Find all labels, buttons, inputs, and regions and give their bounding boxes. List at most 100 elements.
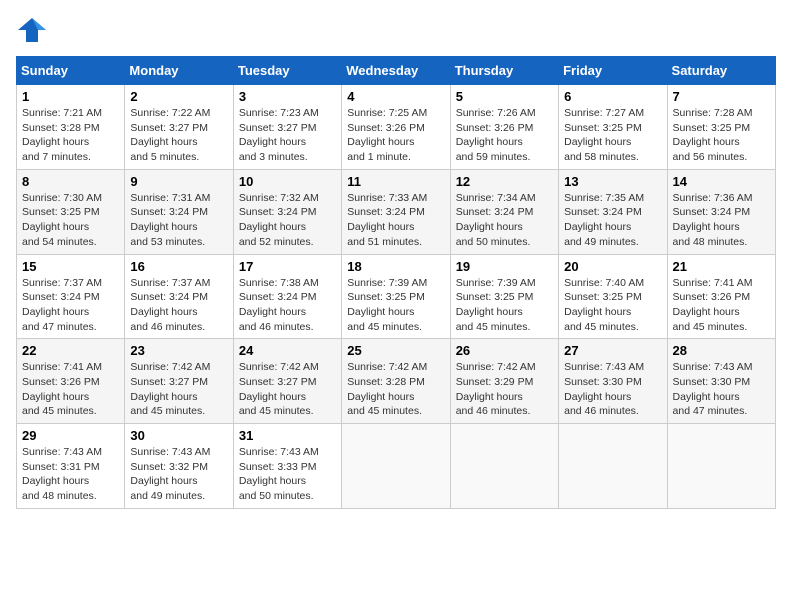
day-number: 10	[239, 174, 336, 189]
calendar-cell	[559, 424, 667, 509]
day-info: Sunrise: 7:39 AMSunset: 3:25 PMDaylight …	[347, 276, 444, 335]
day-number: 22	[22, 343, 119, 358]
calendar-cell: 31Sunrise: 7:43 AMSunset: 3:33 PMDayligh…	[233, 424, 341, 509]
day-number: 7	[673, 89, 770, 104]
day-info: Sunrise: 7:42 AMSunset: 3:27 PMDaylight …	[239, 360, 336, 419]
day-number: 1	[22, 89, 119, 104]
day-number: 15	[22, 259, 119, 274]
day-number: 3	[239, 89, 336, 104]
day-number: 26	[456, 343, 553, 358]
day-info: Sunrise: 7:22 AMSunset: 3:27 PMDaylight …	[130, 106, 227, 165]
calendar-cell: 3 Sunrise: 7:23 AMSunset: 3:27 PMDaylight…	[233, 85, 341, 170]
calendar-table: SundayMondayTuesdayWednesdayThursdayFrid…	[16, 56, 776, 509]
calendar-cell	[342, 424, 450, 509]
day-info: Sunrise: 7:37 AMSunset: 3:24 PMDaylight …	[130, 276, 227, 335]
day-number: 23	[130, 343, 227, 358]
day-info: Sunrise: 7:23 AMSunset: 3:27 PMDaylight …	[239, 106, 336, 165]
calendar-cell: 7 Sunrise: 7:28 AMSunset: 3:25 PMDaylight…	[667, 85, 775, 170]
calendar-cell: 14 Sunrise: 7:36 AMSunset: 3:24 PMDayligh…	[667, 169, 775, 254]
col-header-saturday: Saturday	[667, 57, 775, 85]
logo-icon	[16, 16, 48, 44]
day-info: Sunrise: 7:40 AMSunset: 3:25 PMDaylight …	[564, 276, 661, 335]
calendar-cell: 29 Sunrise: 7:43 AMSunset: 3:31 PMDayligh…	[17, 424, 125, 509]
day-number: 9	[130, 174, 227, 189]
day-info: Sunrise: 7:30 AMSunset: 3:25 PMDaylight …	[22, 191, 119, 250]
calendar-cell: 15 Sunrise: 7:37 AMSunset: 3:24 PMDayligh…	[17, 254, 125, 339]
calendar-cell: 22 Sunrise: 7:41 AMSunset: 3:26 PMDayligh…	[17, 339, 125, 424]
calendar-cell: 30 Sunrise: 7:43 AMSunset: 3:32 PMDayligh…	[125, 424, 233, 509]
calendar-week-row: 15 Sunrise: 7:37 AMSunset: 3:24 PMDayligh…	[17, 254, 776, 339]
col-header-sunday: Sunday	[17, 57, 125, 85]
calendar-cell: 24 Sunrise: 7:42 AMSunset: 3:27 PMDayligh…	[233, 339, 341, 424]
day-info: Sunrise: 7:32 AMSunset: 3:24 PMDaylight …	[239, 191, 336, 250]
calendar-cell: 4 Sunrise: 7:25 AMSunset: 3:26 PMDaylight…	[342, 85, 450, 170]
day-info: Sunrise: 7:37 AMSunset: 3:24 PMDaylight …	[22, 276, 119, 335]
day-number: 29	[22, 428, 119, 443]
day-number: 21	[673, 259, 770, 274]
day-info: Sunrise: 7:26 AMSunset: 3:26 PMDaylight …	[456, 106, 553, 165]
calendar-cell: 25 Sunrise: 7:42 AMSunset: 3:28 PMDayligh…	[342, 339, 450, 424]
day-info: Sunrise: 7:41 AMSunset: 3:26 PMDaylight …	[673, 276, 770, 335]
calendar-cell: 23 Sunrise: 7:42 AMSunset: 3:27 PMDayligh…	[125, 339, 233, 424]
logo	[16, 16, 52, 44]
calendar-cell: 21 Sunrise: 7:41 AMSunset: 3:26 PMDayligh…	[667, 254, 775, 339]
day-info: Sunrise: 7:43 AMSunset: 3:30 PMDaylight …	[673, 360, 770, 419]
calendar-cell: 18 Sunrise: 7:39 AMSunset: 3:25 PMDayligh…	[342, 254, 450, 339]
calendar-cell: 26 Sunrise: 7:42 AMSunset: 3:29 PMDayligh…	[450, 339, 558, 424]
day-info: Sunrise: 7:43 AMSunset: 3:30 PMDaylight …	[564, 360, 661, 419]
calendar-cell: 19Sunrise: 7:39 AMSunset: 3:25 PMDayligh…	[450, 254, 558, 339]
day-number: 27	[564, 343, 661, 358]
calendar-cell: 20 Sunrise: 7:40 AMSunset: 3:25 PMDayligh…	[559, 254, 667, 339]
day-info: Sunrise: 7:35 AMSunset: 3:24 PMDaylight …	[564, 191, 661, 250]
day-info: Sunrise: 7:42 AMSunset: 3:27 PMDaylight …	[130, 360, 227, 419]
day-info: Sunrise: 7:43 AMSunset: 3:31 PMDaylight …	[22, 445, 119, 504]
day-number: 30	[130, 428, 227, 443]
calendar-cell: 6Sunrise: 7:27 AMSunset: 3:25 PMDaylight…	[559, 85, 667, 170]
day-info: Sunrise: 7:34 AMSunset: 3:24 PMDaylight …	[456, 191, 553, 250]
calendar-cell: 16Sunrise: 7:37 AMSunset: 3:24 PMDayligh…	[125, 254, 233, 339]
calendar-cell	[667, 424, 775, 509]
day-number: 11	[347, 174, 444, 189]
col-header-thursday: Thursday	[450, 57, 558, 85]
calendar-cell: 10 Sunrise: 7:32 AMSunset: 3:24 PMDayligh…	[233, 169, 341, 254]
day-number: 14	[673, 174, 770, 189]
calendar-cell: 12 Sunrise: 7:34 AMSunset: 3:24 PMDayligh…	[450, 169, 558, 254]
day-number: 19	[456, 259, 553, 274]
day-number: 25	[347, 343, 444, 358]
calendar-cell: 13Sunrise: 7:35 AMSunset: 3:24 PMDayligh…	[559, 169, 667, 254]
day-info: Sunrise: 7:43 AMSunset: 3:32 PMDaylight …	[130, 445, 227, 504]
calendar-week-row: 22 Sunrise: 7:41 AMSunset: 3:26 PMDayligh…	[17, 339, 776, 424]
calendar-cell: 11 Sunrise: 7:33 AMSunset: 3:24 PMDayligh…	[342, 169, 450, 254]
calendar-week-row: 29 Sunrise: 7:43 AMSunset: 3:31 PMDayligh…	[17, 424, 776, 509]
day-info: Sunrise: 7:33 AMSunset: 3:24 PMDaylight …	[347, 191, 444, 250]
day-info: Sunrise: 7:25 AMSunset: 3:26 PMDaylight …	[347, 106, 444, 165]
calendar-cell	[450, 424, 558, 509]
calendar-cell: 1Sunrise: 7:21 AMSunset: 3:28 PMDaylight…	[17, 85, 125, 170]
day-number: 18	[347, 259, 444, 274]
day-info: Sunrise: 7:28 AMSunset: 3:25 PMDaylight …	[673, 106, 770, 165]
calendar-week-row: 8Sunrise: 7:30 AMSunset: 3:25 PMDaylight…	[17, 169, 776, 254]
calendar-cell: 28 Sunrise: 7:43 AMSunset: 3:30 PMDayligh…	[667, 339, 775, 424]
calendar-cell: 2Sunrise: 7:22 AMSunset: 3:27 PMDaylight…	[125, 85, 233, 170]
day-number: 20	[564, 259, 661, 274]
calendar-cell: 27 Sunrise: 7:43 AMSunset: 3:30 PMDayligh…	[559, 339, 667, 424]
col-header-tuesday: Tuesday	[233, 57, 341, 85]
day-info: Sunrise: 7:42 AMSunset: 3:28 PMDaylight …	[347, 360, 444, 419]
col-header-wednesday: Wednesday	[342, 57, 450, 85]
day-info: Sunrise: 7:38 AMSunset: 3:24 PMDaylight …	[239, 276, 336, 335]
calendar-cell: 5 Sunrise: 7:26 AMSunset: 3:26 PMDaylight…	[450, 85, 558, 170]
day-info: Sunrise: 7:27 AMSunset: 3:25 PMDaylight …	[564, 106, 661, 165]
day-info: Sunrise: 7:36 AMSunset: 3:24 PMDaylight …	[673, 191, 770, 250]
day-info: Sunrise: 7:42 AMSunset: 3:29 PMDaylight …	[456, 360, 553, 419]
day-number: 24	[239, 343, 336, 358]
calendar-week-row: 1Sunrise: 7:21 AMSunset: 3:28 PMDaylight…	[17, 85, 776, 170]
day-info: Sunrise: 7:41 AMSunset: 3:26 PMDaylight …	[22, 360, 119, 419]
day-number: 5	[456, 89, 553, 104]
col-header-friday: Friday	[559, 57, 667, 85]
col-header-monday: Monday	[125, 57, 233, 85]
day-number: 28	[673, 343, 770, 358]
day-number: 17	[239, 259, 336, 274]
page-header	[16, 16, 776, 44]
day-number: 4	[347, 89, 444, 104]
day-number: 12	[456, 174, 553, 189]
